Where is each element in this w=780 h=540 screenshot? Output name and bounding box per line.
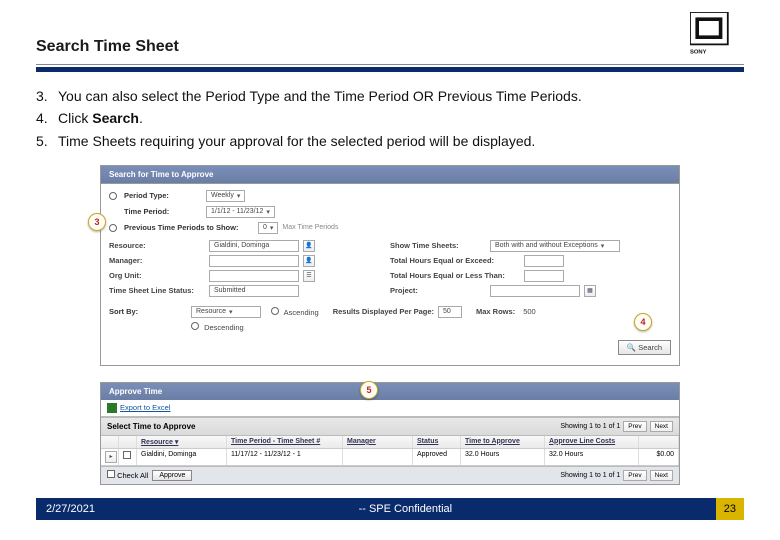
prev-button-top[interactable]: Prev (623, 421, 646, 432)
row-checkbox[interactable] (123, 451, 131, 459)
col-time-to-approve[interactable]: Time to Approve (461, 436, 545, 448)
cell-manager (343, 449, 413, 465)
col-manager[interactable]: Manager (343, 436, 413, 448)
svg-text:SONY: SONY (690, 49, 707, 55)
org-picker-icon[interactable]: ☰ (303, 270, 315, 282)
cell-status: Approved (413, 449, 461, 465)
showing-top: Showing 1 to 1 of 1 (560, 423, 620, 430)
instruction-3: You can also select the Period Type and … (36, 86, 744, 106)
results-per-page-input[interactable]: 50 (438, 306, 462, 318)
manager-input[interactable] (209, 255, 299, 267)
max-rows-label: Max Rows: (476, 307, 515, 316)
sort-desc-radio[interactable] (191, 322, 199, 330)
footer-confidential: -- SPE Confidential (359, 503, 453, 515)
col-approve-line-costs[interactable]: Approve Line Costs (545, 436, 639, 448)
tsls-label: Time Sheet Line Status: (109, 286, 205, 295)
callout-3: 3 (88, 213, 106, 231)
hours-ge-label: Total Hours Equal or Exceed: (390, 256, 520, 265)
search-panel-header: Search for Time to Approve (101, 166, 679, 184)
approve-button[interactable]: Approve (152, 470, 192, 481)
footer-bar: 2/27/2021 -- SPE Confidential 23 (36, 498, 744, 520)
sort-by-label: Sort By: (109, 307, 187, 316)
instruction-4: Click Search. (36, 108, 744, 128)
hours-le-input[interactable] (524, 270, 564, 282)
cell-atl1: 32.0 Hours (545, 449, 639, 465)
search-button[interactable]: 🔍 Search (618, 340, 671, 355)
check-all-checkbox[interactable] (107, 470, 115, 478)
manager-label: Manager: (109, 256, 205, 265)
show-ts-label: Show Time Sheets: (390, 241, 486, 250)
approve-panel: Approve Time Export to Excel Select Time… (100, 382, 680, 485)
callout-5: 5 (360, 381, 378, 399)
prev-periods-suffix: Max Time Periods (282, 224, 338, 231)
prev-periods-label: Previous Time Periods to Show: (124, 223, 254, 232)
time-period-label: Time Period: (124, 207, 202, 216)
cell-tta: 32.0 Hours (461, 449, 545, 465)
col-status[interactable]: Status (413, 436, 461, 448)
table-header-row: Resource ▾ Time Period - Time Sheet # Ma… (101, 436, 679, 449)
period-type-radio[interactable] (109, 192, 117, 200)
select-time-header: Select Time to Approve (107, 422, 195, 431)
footer-date: 2/27/2021 (46, 503, 95, 515)
next-button-top[interactable]: Next (650, 421, 673, 432)
sort-by-select[interactable]: Resource (191, 306, 261, 318)
max-rows-value: 500 (523, 307, 536, 316)
cell-timeperiod: 11/17/12 - 11/23/12 - 1 (227, 449, 343, 465)
col-resource[interactable]: Resource ▾ (137, 436, 227, 448)
show-ts-select[interactable]: Both with and without Exceptions (490, 240, 620, 252)
tsls-input[interactable]: Submitted (209, 285, 299, 297)
approve-panel-header: Approve Time (101, 383, 679, 400)
resource-picker-icon[interactable]: 👤 (303, 240, 315, 252)
resource-input[interactable]: Gialdini, Dominga (209, 240, 299, 252)
divider-thin (36, 64, 744, 65)
sort-desc-label: Descending (204, 323, 244, 332)
prev-periods-select[interactable]: 0 (258, 222, 278, 234)
row-expand-icon[interactable]: ▸ (105, 451, 117, 463)
resource-label: Resource: (109, 241, 205, 250)
table-row: ▸ Gialdini, Dominga 11/17/12 - 11/23/12 … (101, 449, 679, 466)
callout-4: 4 (634, 313, 652, 331)
next-button-bottom[interactable]: Next (650, 470, 673, 481)
sort-asc-label: Ascending (284, 308, 319, 317)
results-per-page-label: Results Displayed Per Page: (333, 307, 434, 316)
hours-ge-input[interactable] (524, 255, 564, 267)
org-label: Org Unit: (109, 271, 205, 280)
prev-periods-radio[interactable] (109, 224, 117, 232)
showing-bottom: Showing 1 to 1 of 1 (560, 472, 620, 479)
project-picker-icon[interactable]: ▦ (584, 285, 596, 297)
cell-atl2: $0.00 (639, 449, 679, 465)
export-excel-link[interactable]: Export to Excel (120, 403, 170, 412)
col-timeperiod[interactable]: Time Period - Time Sheet # (227, 436, 343, 448)
excel-icon[interactable] (107, 403, 117, 413)
page-title: Search Time Sheet (36, 38, 179, 56)
prev-button-bottom[interactable]: Prev (623, 470, 646, 481)
hours-le-label: Total Hours Equal or Less Than: (390, 271, 520, 280)
project-input[interactable] (490, 285, 580, 297)
manager-picker-icon[interactable]: 👤 (303, 255, 315, 267)
time-period-select[interactable]: 1/1/12 - 11/23/12 (206, 206, 275, 218)
org-input[interactable] (209, 270, 299, 282)
page-number: 23 (716, 498, 744, 520)
instruction-5: Time Sheets requiring your approval for … (36, 131, 744, 151)
search-panel: Search for Time to Approve Period Type: … (100, 165, 680, 366)
sony-pictures-logo: SONY (690, 12, 744, 56)
cell-resource: Gialdini, Dominga (137, 449, 227, 465)
sort-asc-radio[interactable] (271, 307, 279, 315)
period-type-label: Period Type: (124, 191, 202, 200)
period-type-select[interactable]: Weekly (206, 190, 245, 202)
check-all-label: Check All (117, 471, 148, 480)
project-label: Project: (390, 286, 486, 295)
